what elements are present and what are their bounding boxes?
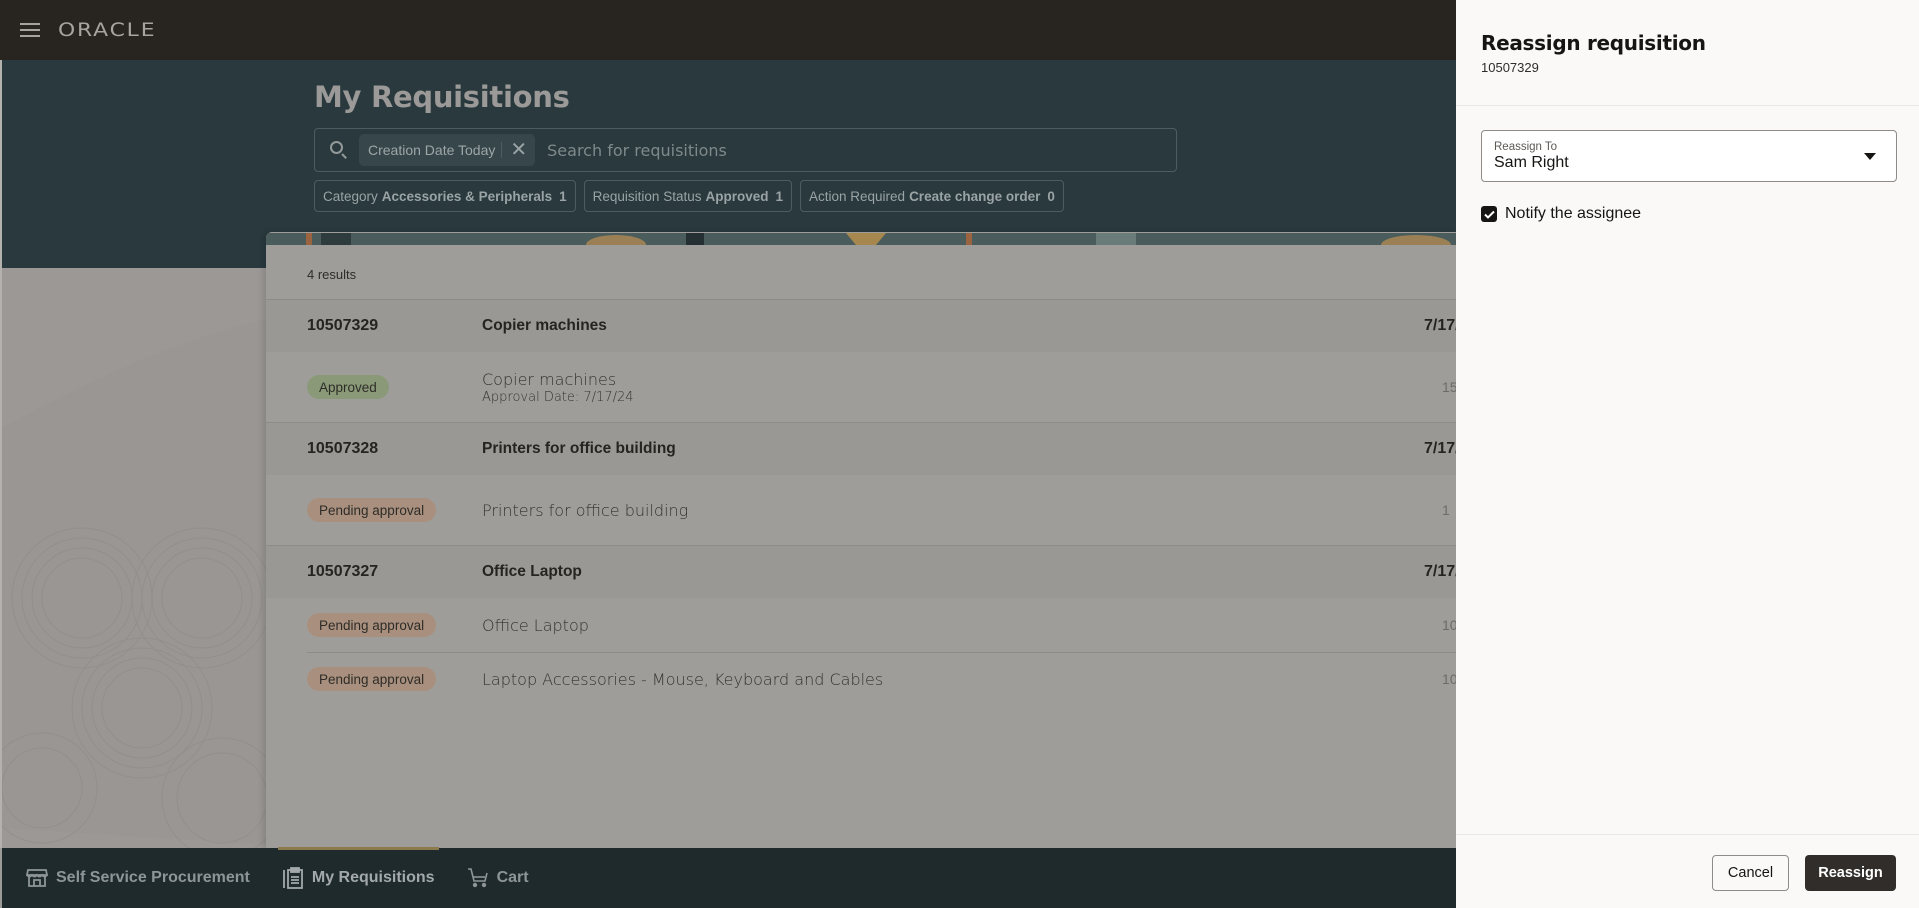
filter-value: Create change order <box>909 188 1041 204</box>
approval-date: Approval Date: 7/17/24 <box>482 389 634 405</box>
nav-label: Cart <box>496 869 529 886</box>
nav-label: My Requisitions <box>311 869 435 886</box>
filter-chip-requisition-status[interactable]: Requisition Status Approved 1 <box>583 180 792 212</box>
requisition-group[interactable]: 10507329 Copier machines 7/17/24 Approve… <box>266 300 1456 423</box>
nav-my-requisitions[interactable]: My Requisitions <box>277 847 439 908</box>
requisition-id[interactable]: 10507329 <box>307 317 378 335</box>
requisition-header[interactable]: 10507329 Copier machines 7/17/24 <box>266 300 1456 352</box>
nav-self-service-procurement[interactable]: Self Service Procurement <box>26 848 250 908</box>
line-amount: 15 <box>1442 379 1456 395</box>
oracle-logo: ORACLE <box>58 19 157 41</box>
requisition-group[interactable]: 10507328 Printers for office building 7/… <box>266 423 1456 546</box>
notify-assignee-checkbox-row[interactable]: Notify the assignee <box>1481 205 1641 223</box>
filter-chip-category[interactable]: Category Accessories & Peripherals 1 <box>314 180 576 212</box>
requisition-title: Printers for office building <box>482 440 676 457</box>
reassign-drawer: Reassign requisition 10507329 Reassign T… <box>1456 0 1919 908</box>
line-description: Laptop Accessories - Mouse, Keyboard and… <box>482 669 884 689</box>
requisition-date: 7/17/24 <box>1424 317 1456 334</box>
status-badge: Pending approval <box>307 613 437 637</box>
status-badge: Pending approval <box>307 667 437 691</box>
filter-chips: Category Accessories & Peripherals 1 Req… <box>314 180 1064 212</box>
reassign-to-value: Sam Right <box>1494 154 1569 171</box>
requisition-date: 7/17/24 <box>1424 440 1456 457</box>
active-filter-label: Creation Date Today <box>368 142 496 158</box>
close-icon[interactable]: ✕ <box>510 140 527 160</box>
filter-label: Category <box>323 188 378 204</box>
cart-icon <box>467 867 489 889</box>
filter-value: Accessories & Peripherals <box>381 188 553 204</box>
requisition-header[interactable]: 10507328 Printers for office building 7/… <box>266 423 1456 475</box>
requisition-title: Office Laptop <box>482 563 582 580</box>
requisition-line[interactable]: Pending approval Laptop Accessories - Mo… <box>266 652 1456 706</box>
drawer-title: Reassign requisition <box>1481 31 1706 55</box>
filter-label: Action Required <box>809 188 906 204</box>
filter-count: 1 <box>559 188 567 204</box>
caret-down-icon[interactable] <box>1864 153 1876 160</box>
line-description: Printers for office building <box>482 500 689 520</box>
reassign-button[interactable]: Reassign <box>1805 855 1896 891</box>
search-input[interactable] <box>547 140 1176 160</box>
results-card: 4 results 10507329 Copier machines 7/17/… <box>266 232 1456 848</box>
drawer-requisition-number: 10507329 <box>1481 60 1539 75</box>
line-amount: 1 <box>1442 502 1450 518</box>
notify-assignee-label: Notify the assignee <box>1505 205 1642 222</box>
requisition-line[interactable]: Pending approval Office Laptop 10 <box>266 598 1456 652</box>
notify-assignee-checkbox[interactable] <box>1481 206 1497 222</box>
line-amount: 10 <box>1442 671 1456 687</box>
requisition-id[interactable]: 10507327 <box>307 563 378 581</box>
requisition-title: Copier machines <box>482 317 607 334</box>
nav-cart[interactable]: Cart <box>467 848 529 908</box>
chip-separator <box>501 142 503 158</box>
requisition-line[interactable]: Pending approval Printers for office bui… <box>266 475 1456 545</box>
clipboard-icon <box>282 867 304 889</box>
page-title: My Requisitions <box>314 80 570 114</box>
reassign-to-label: Reassign To <box>1494 141 1558 153</box>
line-description-text: Copier machines <box>482 369 617 389</box>
requisition-header[interactable]: 10507327 Office Laptop 7/17/24 <box>266 546 1456 598</box>
requisition-id[interactable]: 10507328 <box>307 440 378 458</box>
filter-count: 0 <box>1047 188 1055 204</box>
requisition-date: 7/17/24 <box>1424 563 1456 580</box>
filter-count: 1 <box>775 188 783 204</box>
reassign-to-select[interactable]: Reassign To Sam Right <box>1481 130 1897 182</box>
results-count: 4 results <box>266 250 1456 300</box>
line-description: Copier machines Approval Date: 7/17/24 <box>482 370 634 405</box>
active-filter-chip[interactable]: Creation Date Today ✕ <box>359 134 536 166</box>
requisition-line[interactable]: Approved Copier machines Approval Date: … <box>266 352 1456 422</box>
status-badge: Pending approval <box>307 498 437 522</box>
filter-label: Requisition Status <box>592 188 702 204</box>
hamburger-menu-icon[interactable] <box>20 23 40 37</box>
checkmark-icon <box>1483 210 1495 219</box>
line-amount: 10 <box>1442 617 1456 633</box>
cancel-button[interactable]: Cancel <box>1712 855 1789 891</box>
line-description: Office Laptop <box>482 615 589 635</box>
requisition-group[interactable]: 10507327 Office Laptop 7/17/24 Pending a… <box>266 546 1456 706</box>
search-icon[interactable] <box>329 140 349 160</box>
filter-chip-action-required[interactable]: Action Required Create change order 0 <box>800 180 1064 212</box>
footer-divider <box>1456 834 1919 835</box>
drawer-divider <box>1456 105 1919 106</box>
filter-value: Approved <box>705 188 769 204</box>
status-badge: Approved <box>307 375 389 399</box>
nav-label: Self Service Procurement <box>56 869 250 886</box>
card-banner-pattern <box>266 233 1456 255</box>
store-icon <box>26 867 48 889</box>
search-bar[interactable]: Creation Date Today ✕ <box>314 128 1177 172</box>
